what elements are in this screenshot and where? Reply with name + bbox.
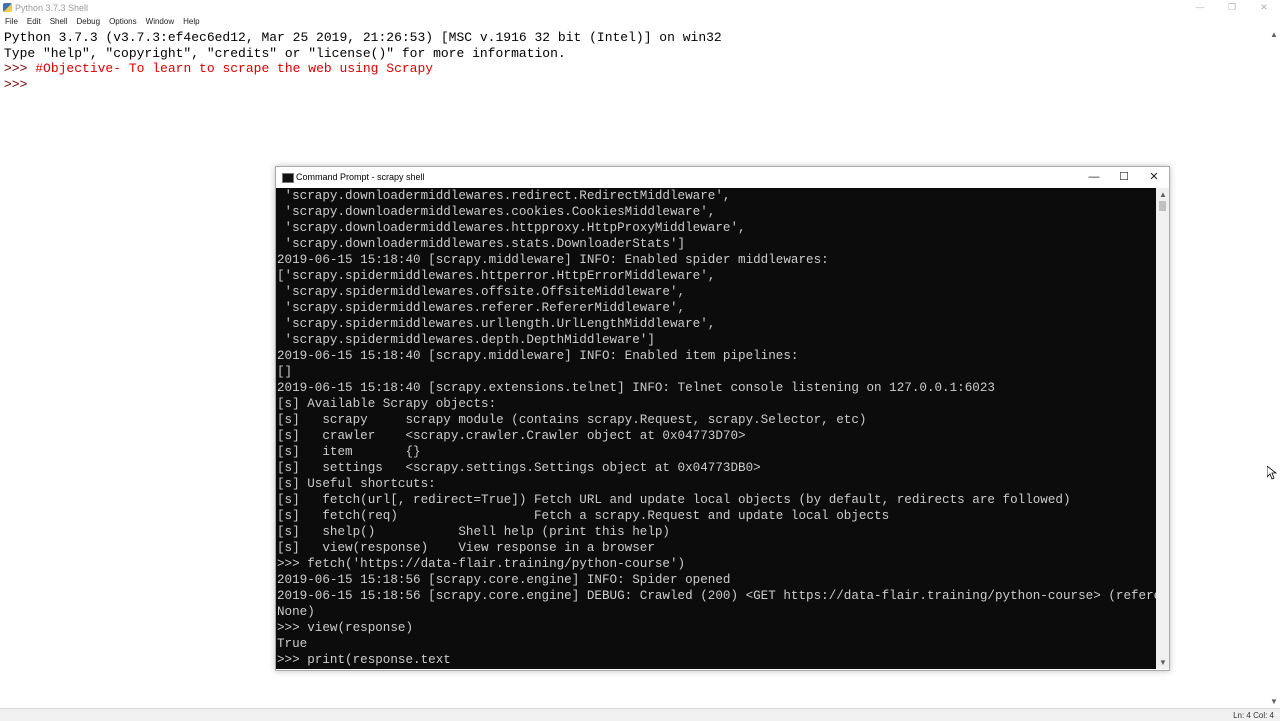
console-line: 'scrapy.downloadermiddlewares.stats.Down… (277, 237, 686, 251)
console-line: >>> view(response) (277, 621, 414, 635)
python-icon (3, 3, 12, 12)
idle-window-controls: — ❐ ✕ (1184, 0, 1280, 15)
menu-edit[interactable]: Edit (22, 15, 45, 28)
idle-menu-bar: File Edit Shell Debug Options Window Hel… (0, 15, 1280, 28)
cmd-minimize-button[interactable]: — (1079, 167, 1109, 188)
maximize-button[interactable]: ❐ (1216, 0, 1248, 15)
idle-vertical-scrollbar[interactable]: ▲ ▼ (1268, 28, 1280, 708)
console-line: 2019-06-15 15:18:56 [scrapy.core.engine]… (277, 589, 1156, 603)
console-line: 'scrapy.spidermiddlewares.referer.Refere… (277, 301, 686, 315)
console-line: [s] scrapy scrapy module (contains scrap… (277, 413, 867, 427)
cmd-window-controls: — ☐ ✕ (1079, 167, 1169, 188)
console-line: 'scrapy.spidermiddlewares.urllength.UrlL… (277, 317, 716, 331)
console-line: [s] fetch(req) Fetch a scrapy.Request an… (277, 509, 890, 523)
menu-window[interactable]: Window (141, 15, 178, 28)
cmd-title-bar[interactable]: Command Prompt - scrapy shell — ☐ ✕ (276, 167, 1169, 188)
console-lines: 'scrapy.downloadermiddlewares.redirect.R… (277, 188, 1156, 668)
close-button[interactable]: ✕ (1248, 0, 1280, 15)
idle-window-title: Python 3.7.3 Shell (15, 3, 89, 13)
console-line: 2019-06-15 15:18:40 [scrapy.middleware] … (277, 253, 829, 267)
comment-line: >>> #Objective- To learn to scrape the w… (4, 61, 1264, 77)
console-line: 'scrapy.downloadermiddlewares.httpproxy.… (277, 221, 746, 235)
cmd-maximize-button[interactable]: ☐ (1109, 167, 1139, 188)
console-line: [s] shelp() Shell help (print this help) (277, 525, 670, 539)
console-line: [s] Useful shortcuts: (277, 477, 436, 491)
console-line: 'scrapy.downloadermiddlewares.redirect.R… (277, 189, 731, 203)
banner-line-2: Type "help", "copyright", "credits" or "… (4, 45, 566, 61)
cmd-vertical-scrollbar[interactable]: ▲ ▼ (1156, 188, 1169, 669)
console-line: 'scrapy.downloadermiddlewares.cookies.Co… (277, 205, 716, 219)
console-line: [s] item {} (277, 445, 421, 459)
console-line: [s] view(response) View response in a br… (277, 541, 655, 555)
shell-prompt: >>> (4, 61, 36, 76)
mouse-cursor-icon (1267, 466, 1277, 480)
console-line: None) (277, 605, 315, 619)
console-line: [s] crawler <scrapy.crawler.Crawler obje… (277, 429, 746, 443)
cmd-window-title: Command Prompt - scrapy shell (296, 172, 425, 182)
command-prompt-window[interactable]: Command Prompt - scrapy shell — ☐ ✕ 'scr… (275, 166, 1170, 671)
scroll-thumb[interactable] (1159, 201, 1166, 211)
idle-title-bar: Python 3.7.3 Shell — ❐ ✕ (0, 0, 1280, 15)
idle-shell-text-area[interactable]: Python 3.7.3 (v3.7.3:ef4ec6ed12, Mar 25 … (4, 30, 1264, 92)
objective-comment: #Objective- To learn to scrape the web u… (35, 61, 434, 76)
scroll-up-arrow-icon[interactable]: ▲ (1270, 30, 1278, 39)
banner-line-1: Python 3.7.3 (v3.7.3:ef4ec6ed12, Mar 25 … (4, 30, 722, 45)
console-line: 'scrapy.spidermiddlewares.offsite.Offsit… (277, 285, 686, 299)
console-line: >>> fetch('https://data-flair.training/p… (277, 557, 686, 571)
console-line: [s] Available Scrapy objects: (277, 397, 497, 411)
console-line: 'scrapy.spidermiddlewares.depth.DepthMid… (277, 333, 655, 347)
cursor-position: Ln: 4 Col: 4 (1233, 711, 1274, 720)
menu-options[interactable]: Options (104, 15, 141, 28)
menu-debug[interactable]: Debug (71, 15, 104, 28)
minimize-button[interactable]: — (1184, 0, 1216, 15)
idle-status-bar: Ln: 4 Col: 4 (0, 708, 1280, 721)
scroll-up-arrow-icon[interactable]: ▲ (1159, 190, 1167, 199)
cmd-close-button[interactable]: ✕ (1139, 167, 1169, 188)
console-output[interactable]: 'scrapy.downloadermiddlewares.redirect.R… (276, 188, 1156, 669)
menu-shell[interactable]: Shell (45, 15, 72, 28)
console-line: 2019-06-15 15:18:56 [scrapy.core.engine]… (277, 573, 731, 587)
console-line: 2019-06-15 15:18:40 [scrapy.extensions.t… (277, 381, 995, 395)
console-line: ['scrapy.spidermiddlewares.httperror.Htt… (277, 269, 716, 283)
input-line[interactable]: >>> (4, 77, 1264, 93)
menu-file[interactable]: File (0, 15, 22, 28)
scroll-down-arrow-icon[interactable]: ▼ (1159, 658, 1167, 667)
scroll-down-arrow-icon[interactable]: ▼ (1270, 697, 1278, 706)
console-line: >>> print(response.text (277, 653, 451, 667)
console-line: [s] fetch(url[, redirect=True]) Fetch UR… (277, 493, 1071, 507)
console-icon (282, 173, 294, 183)
shell-prompt: >>> (4, 76, 36, 92)
console-line: [s] settings <scrapy.settings.Settings o… (277, 461, 761, 475)
menu-help[interactable]: Help (178, 15, 203, 28)
console-line: [] (277, 365, 293, 379)
console-line: True (277, 637, 308, 651)
console-line: 2019-06-15 15:18:40 [scrapy.middleware] … (277, 349, 799, 363)
